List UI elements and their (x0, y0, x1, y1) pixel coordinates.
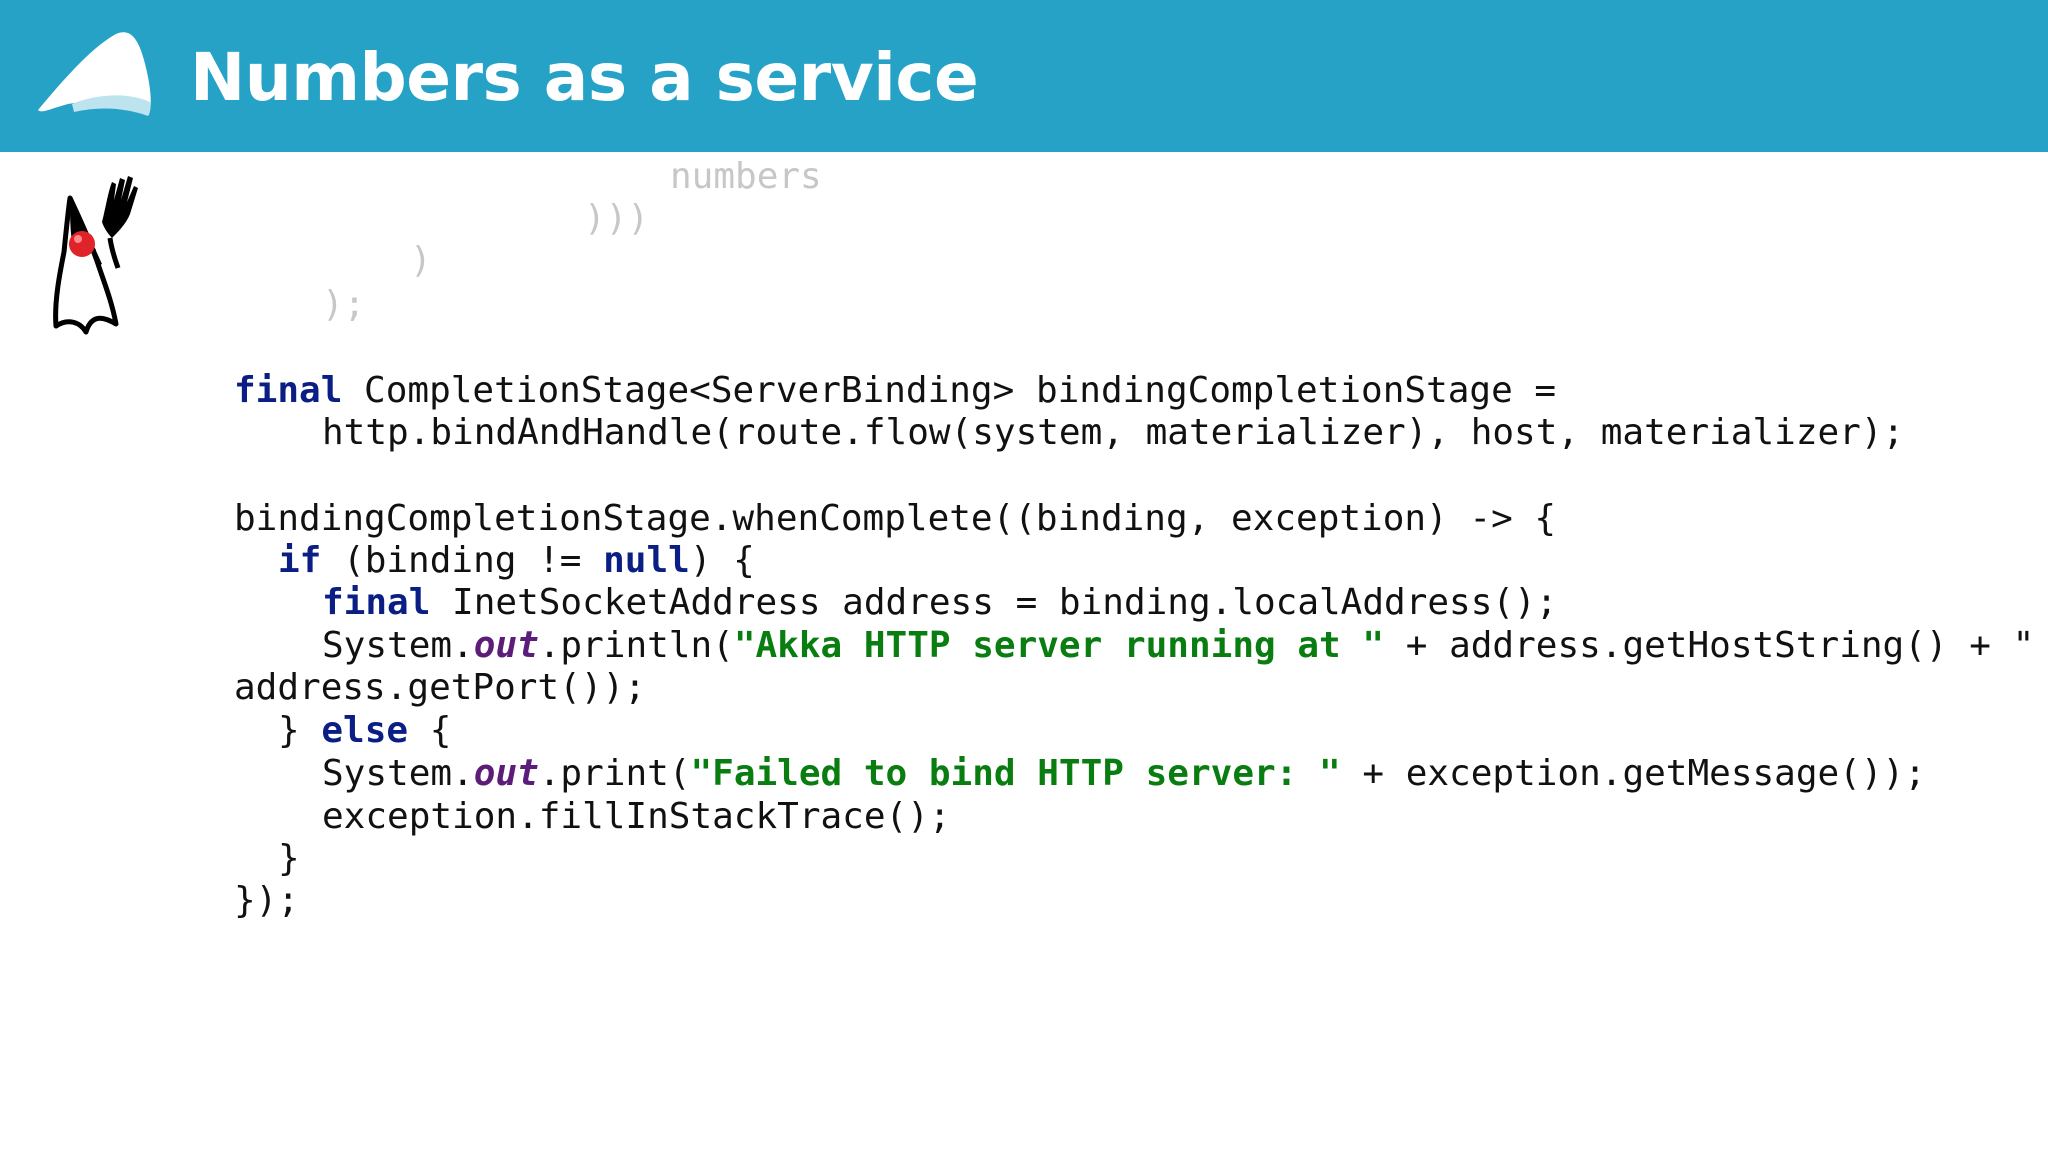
string-literal: "Akka HTTP server running at " (733, 625, 1385, 666)
code-line: final InetSocketAddress address = bindin… (322, 582, 1557, 624)
keyword: final (322, 582, 431, 623)
static-field: out (473, 753, 539, 794)
static-field: out (473, 625, 539, 666)
code-line: bindingCompletionStage.whenComplete((bin… (234, 498, 1557, 539)
faded-code-line: ); (322, 284, 366, 325)
code-line: System.out.print("Failed to bind HTTP se… (322, 753, 1926, 795)
code-text: + address.getHostString() + " (1384, 625, 2035, 666)
code-line: http.bindAndHandle(route.flow(system, ma… (322, 412, 1905, 453)
string-literal: "Failed to bind HTTP server: " (690, 753, 1341, 794)
code-text: ) { (689, 540, 755, 581)
code-line: final CompletionStage<ServerBinding> bin… (234, 370, 1556, 412)
code-block: numbers ))) ) ); final CompletionStage<S… (0, 0, 2048, 1152)
code-line: exception.fillInStackTrace(); (322, 796, 951, 837)
code-text: System. (322, 625, 474, 666)
code-line: }); (234, 880, 300, 921)
code-text: + exception.getMessage()); (1340, 753, 1926, 794)
code-text: CompletionStage<ServerBinding> bindingCo… (342, 370, 1557, 411)
code-text: { (408, 710, 452, 751)
code-line: System.out.println("Akka HTTP server run… (322, 625, 2034, 667)
code-text: System. (322, 753, 474, 794)
code-line: if (binding != null) { (278, 540, 755, 582)
code-line: address.getPort()); (234, 667, 646, 708)
code-text: .print( (538, 753, 691, 794)
keyword: final (234, 370, 343, 411)
faded-code-line: ))) (584, 198, 650, 239)
keyword: null (603, 540, 690, 581)
code-line: } else { (278, 710, 451, 752)
code-line: } (278, 838, 300, 879)
keyword: if (278, 540, 322, 581)
code-text: (binding != (321, 540, 604, 581)
slide: Numbers as a service numbers ))) ) ); fi… (0, 0, 2048, 1152)
faded-code-line: numbers (670, 156, 822, 197)
keyword: else (321, 710, 409, 751)
faded-code-line: ) (410, 240, 432, 281)
code-text: } (278, 710, 322, 751)
code-text: .println( (538, 625, 734, 666)
code-text: InetSocketAddress address = binding.loca… (430, 582, 1558, 623)
